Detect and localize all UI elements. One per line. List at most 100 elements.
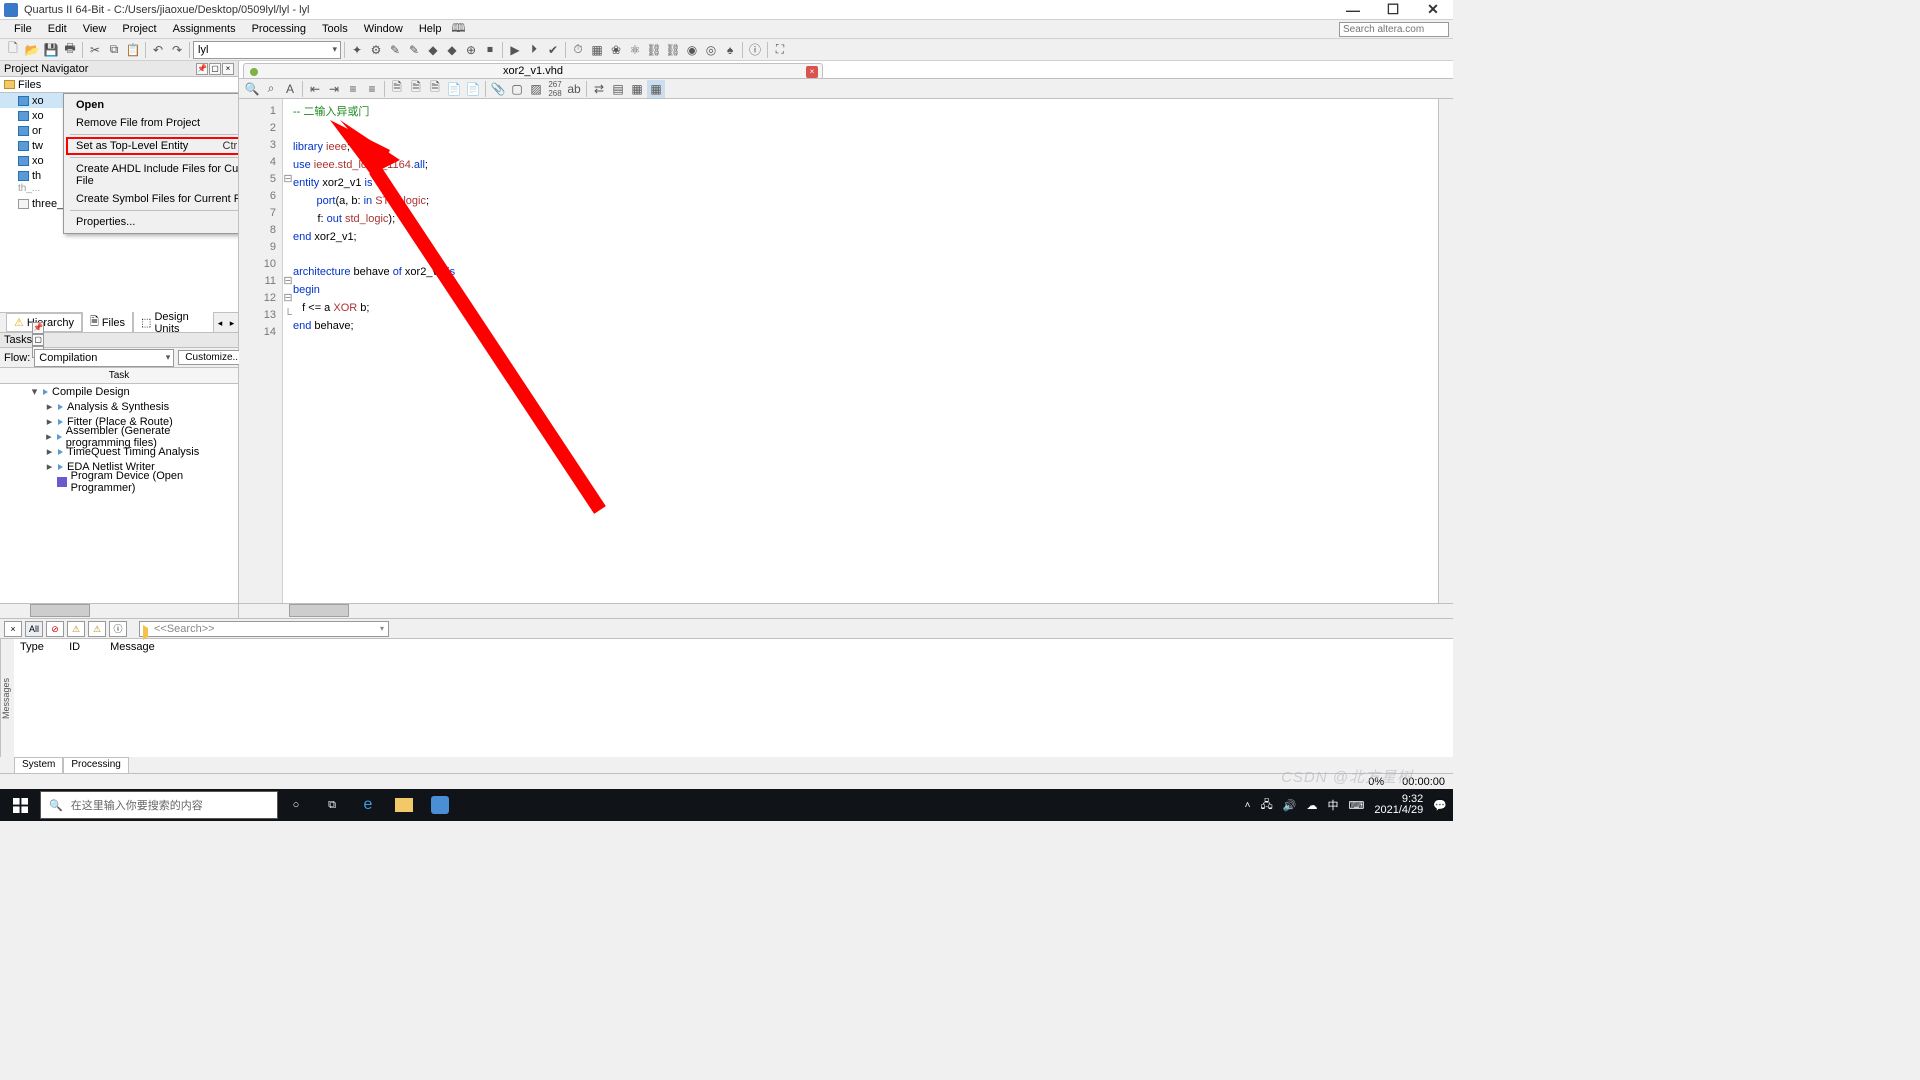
filter-error-icon[interactable]: ⊘ — [46, 621, 64, 637]
menu-view[interactable]: View — [75, 21, 115, 37]
close-panel-icon[interactable]: × — [222, 63, 234, 75]
start-button[interactable] — [0, 789, 40, 821]
ed-icon[interactable]: 🗎 — [388, 80, 406, 98]
filter-warn-icon[interactable]: ⚠ — [67, 621, 85, 637]
tool-icon-9[interactable]: ⚛ — [626, 41, 644, 59]
chip-icon[interactable]: ▦ — [588, 41, 606, 59]
pin-icon[interactable]: 📌 — [32, 322, 44, 334]
stop-icon[interactable]: ⏹ — [481, 41, 499, 59]
altera-search[interactable] — [1339, 22, 1449, 37]
maximize-button[interactable]: ☐ — [1373, 0, 1413, 20]
help-icon[interactable]: 🕮 — [449, 20, 467, 38]
info-icon[interactable]: ⓘ — [746, 41, 764, 59]
paste-icon[interactable]: 📋 — [124, 41, 142, 59]
popout-icon[interactable]: ▢ — [209, 63, 221, 75]
keyboard-icon[interactable]: ⌨ — [1348, 799, 1364, 812]
filter-all-button[interactable]: All — [25, 621, 43, 637]
play2-icon[interactable]: ⏵ — [525, 41, 543, 59]
message-list[interactable]: Type ID Message — [14, 639, 1453, 757]
copy-icon[interactable]: ⧉ — [105, 41, 123, 59]
tool-icon-6[interactable]: ◆ — [443, 41, 461, 59]
tray-overflow-icon[interactable]: ˄ — [1245, 800, 1251, 811]
tool-icon-11[interactable]: ⛓ — [664, 41, 682, 59]
tool-icon-12[interactable]: ◉ — [683, 41, 701, 59]
flow-combo[interactable]: Compilation — [34, 349, 174, 367]
tool-icon-14[interactable]: ♠ — [721, 41, 739, 59]
redo-icon[interactable]: ↷ — [168, 41, 186, 59]
ctx-remove-file[interactable]: Remove File from Project — [66, 114, 238, 132]
tab-processing[interactable]: Processing — [63, 757, 128, 773]
tool-icon-8[interactable]: ❀ — [607, 41, 625, 59]
ctx-open[interactable]: Open — [66, 96, 238, 114]
tool-icon-4[interactable]: ✎ — [405, 41, 423, 59]
ed-icon[interactable]: ≡ — [344, 80, 362, 98]
ed-icon[interactable]: ⇄ — [590, 80, 608, 98]
ime-icon[interactable]: 中 — [1327, 797, 1338, 813]
code-editor[interactable]: 123 456 789 101112 1314 ⊟⊟⊟└ -- 二输入异或门 l… — [239, 99, 1453, 603]
cortana-icon[interactable]: ○ — [278, 789, 314, 821]
popout-icon[interactable]: ▢ — [32, 334, 44, 346]
project-combo[interactable]: lyl — [193, 41, 341, 59]
filter-warn2-icon[interactable]: ⚠ — [88, 621, 106, 637]
edge-icon[interactable]: e — [350, 789, 386, 821]
ed-icon[interactable]: 📄 — [445, 80, 463, 98]
tool-icon-13[interactable]: ◎ — [702, 41, 720, 59]
tab-scroll-right-icon[interactable]: ▸ — [226, 315, 238, 331]
message-search[interactable]: <<Search>> — [139, 621, 389, 637]
print-icon[interactable]: 🖶 — [61, 41, 79, 59]
ed-icon[interactable]: 📄 — [464, 80, 482, 98]
menu-window[interactable]: Window — [356, 21, 411, 37]
undo-icon[interactable]: ↶ — [149, 41, 167, 59]
onedrive-icon[interactable]: ☁ — [1306, 799, 1317, 812]
new-icon[interactable]: 🗋 — [4, 41, 22, 59]
outdent-icon[interactable]: ⇤ — [306, 80, 324, 98]
menu-tools[interactable]: Tools — [314, 21, 356, 37]
ed-icon[interactable]: ▢ — [508, 80, 526, 98]
tool-icon-2[interactable]: ⚙ — [367, 41, 385, 59]
ed-icon[interactable]: ▦ — [628, 80, 646, 98]
ed-icon[interactable]: 🗎 — [407, 80, 425, 98]
cut-icon[interactable]: ✂ — [86, 41, 104, 59]
tool-icon-15[interactable]: ⛶ — [771, 41, 789, 59]
task-analysis[interactable]: ▸Analysis & Synthesis — [0, 399, 238, 414]
open-icon[interactable]: 📂 — [23, 41, 41, 59]
ctx-properties[interactable]: Properties... — [66, 213, 238, 231]
altera-search-input[interactable] — [1339, 22, 1449, 37]
fold-gutter[interactable]: ⊟⊟⊟└ — [283, 99, 293, 603]
ed-icon[interactable]: 🗎 — [426, 80, 444, 98]
menu-project[interactable]: Project — [114, 21, 164, 37]
taskview-icon[interactable]: ⧉ — [314, 789, 350, 821]
minimize-button[interactable]: — — [1333, 0, 1373, 20]
task-compile-design[interactable]: ▾Compile Design — [0, 384, 238, 399]
menu-processing[interactable]: Processing — [244, 21, 314, 37]
windows-search[interactable]: 🔍 在这里输入你要搜索的内容 — [40, 791, 278, 819]
ctx-set-top-level[interactable]: Set as Top-Level EntityCtrl+Shift+J — [66, 137, 238, 155]
editor-v-scrollbar[interactable] — [1438, 99, 1453, 603]
editor-h-scrollbar[interactable] — [239, 603, 1453, 618]
timing-icon[interactable]: ⏱ — [569, 41, 587, 59]
tool-icon-1[interactable]: ✦ — [348, 41, 366, 59]
ed-icon[interactable]: ≡ — [363, 80, 381, 98]
menu-help[interactable]: Help — [411, 21, 450, 37]
save-icon[interactable]: 💾 — [42, 41, 60, 59]
tool-icon-3[interactable]: ✎ — [386, 41, 404, 59]
left-h-scrollbar[interactable] — [0, 603, 238, 618]
msg-toggle-icon[interactable]: × — [4, 621, 22, 637]
tool-icon-5[interactable]: ◆ — [424, 41, 442, 59]
ed-icon[interactable]: ▨ — [527, 80, 545, 98]
ed-icon[interactable]: 🔍 — [243, 80, 261, 98]
task-assembler[interactable]: ▸Assembler (Generate programming files) — [0, 429, 238, 444]
menu-edit[interactable]: Edit — [40, 21, 75, 37]
tab-system[interactable]: System — [14, 757, 63, 773]
tool-icon-10[interactable]: ⛓ — [645, 41, 663, 59]
ed-icon[interactable]: ⌕ — [262, 80, 280, 98]
files-header[interactable]: Files — [0, 77, 238, 93]
menu-assignments[interactable]: Assignments — [165, 21, 244, 37]
close-button[interactable]: ✕ — [1413, 0, 1453, 20]
code-text[interactable]: -- 二输入异或门 library ieee; use ieee.std_log… — [293, 99, 1438, 603]
network-icon[interactable]: 🖧 — [1261, 796, 1273, 815]
pin-icon[interactable]: 📌 — [196, 63, 208, 75]
task-program[interactable]: Program Device (Open Programmer) — [0, 474, 238, 489]
ed-icon[interactable]: ▤ — [609, 80, 627, 98]
ed-icon[interactable]: A — [281, 80, 299, 98]
